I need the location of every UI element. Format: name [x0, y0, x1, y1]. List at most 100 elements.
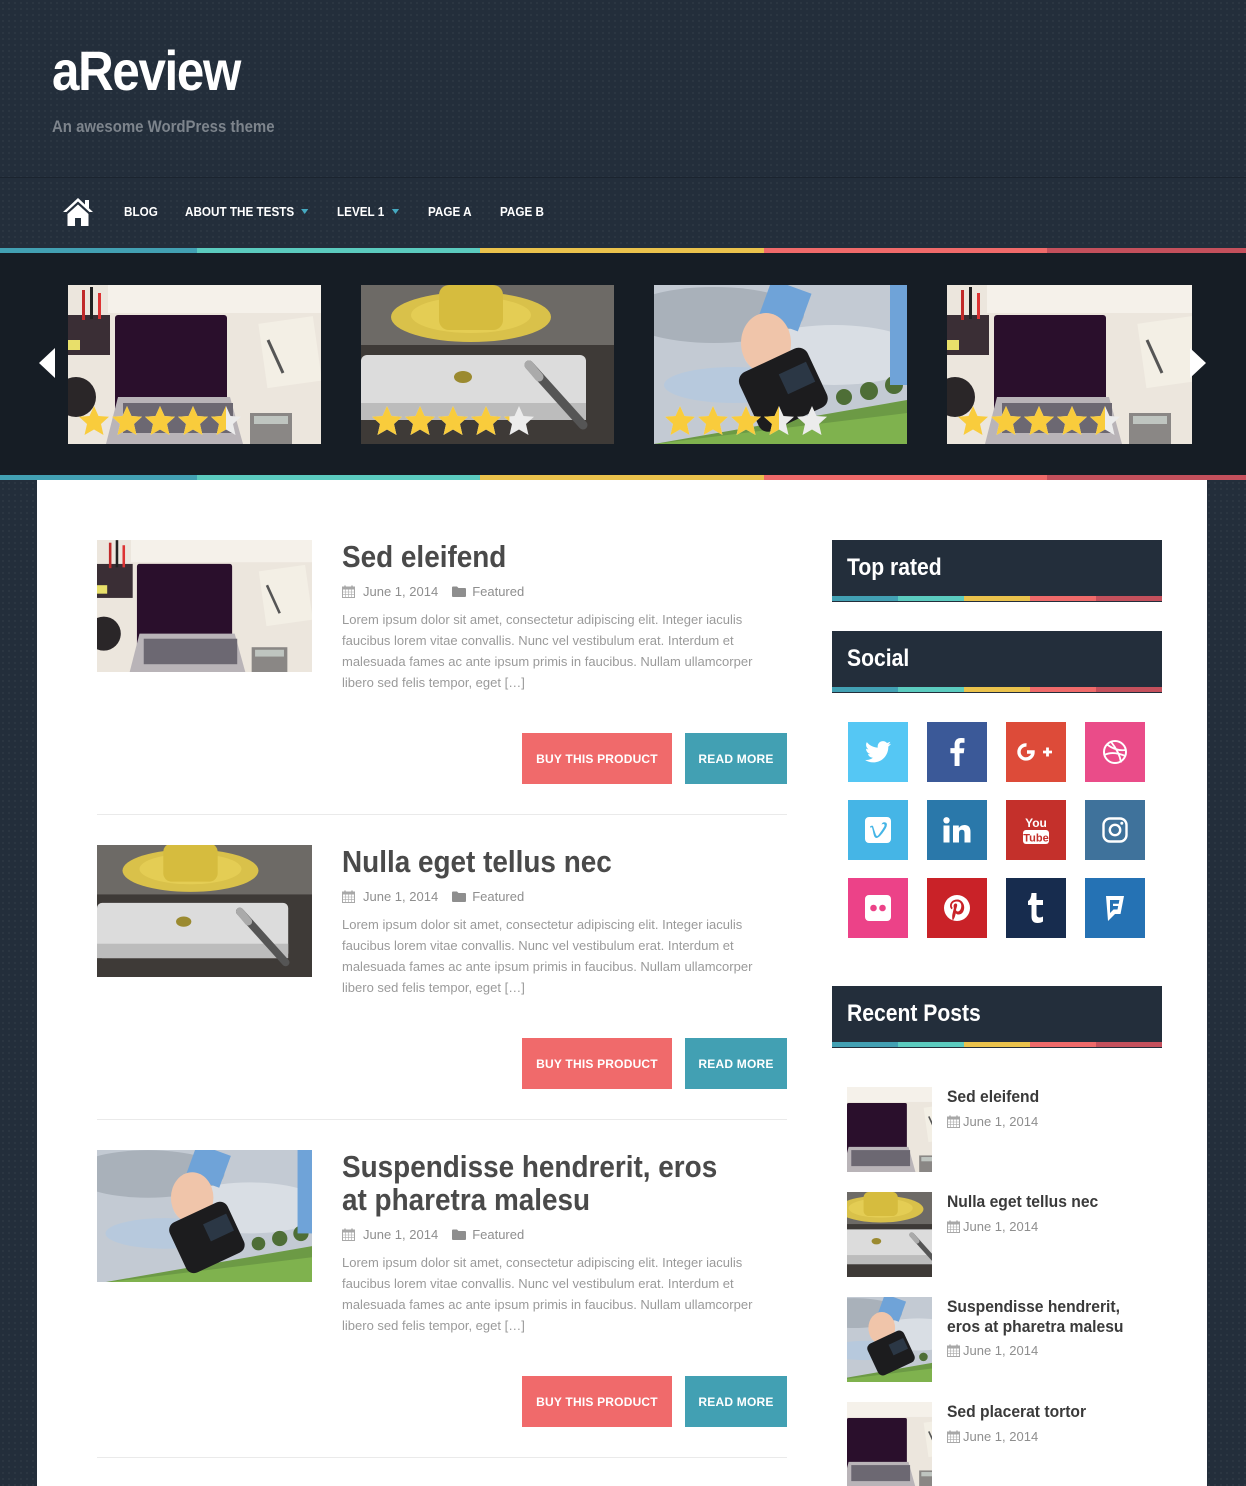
stripe-segment	[1030, 687, 1096, 692]
star-icon	[210, 405, 242, 436]
foursquare-icon	[1106, 896, 1124, 921]
slide[interactable]	[947, 285, 1192, 444]
nav-label: LEVEL 1	[337, 204, 385, 219]
recent-post-date: June 1, 2014	[963, 1114, 1039, 1129]
stripe-segment	[1096, 596, 1162, 601]
widget-color-stripe	[832, 687, 1162, 692]
stripe-segment	[1096, 1042, 1162, 1047]
social-linkedin-link[interactable]	[927, 800, 987, 860]
recent-post-title[interactable]: Sed placerat tortor	[947, 1402, 1140, 1422]
social-flickr-link[interactable]	[848, 878, 908, 938]
post-thumbnail[interactable]	[97, 540, 312, 672]
buy-product-button[interactable]: BUY THIS PRODUCT	[522, 1038, 672, 1089]
buy-product-button[interactable]: BUY THIS PRODUCT	[522, 1376, 672, 1427]
site-description: An awesome WordPress theme	[52, 117, 275, 136]
nav-item-blog[interactable]: BLOG	[124, 204, 158, 219]
nav-item-page-b[interactable]: PAGE B	[500, 204, 544, 219]
post-thumbnail[interactable]	[97, 1150, 312, 1282]
post-excerpt: Lorem ipsum dolor sit amet, consectetur …	[342, 612, 753, 690]
caret-down-icon	[301, 209, 309, 214]
main-nav: BLOG ABOUT THE TESTS LEVEL 1 PAGE A PAGE…	[0, 179, 1246, 247]
site-title[interactable]: aReview	[52, 38, 241, 103]
post-date: June 1, 2014	[363, 1227, 439, 1242]
chevron-right-icon[interactable]	[1190, 348, 1206, 378]
post-divider	[97, 1119, 787, 1120]
social-google-plus-link[interactable]	[1006, 722, 1066, 782]
recent-post-thumbnail[interactable]	[847, 1192, 932, 1277]
star-icon	[404, 405, 436, 436]
star-icon	[763, 405, 795, 436]
nav-label: ABOUT THE TESTS	[185, 204, 295, 219]
slide[interactable]	[68, 285, 321, 444]
social-facebook-link[interactable]	[927, 722, 987, 782]
tumblr-icon	[1028, 893, 1043, 923]
recent-post-meta: June 1, 2014	[947, 1429, 1038, 1444]
social-instagram-link[interactable]	[1085, 800, 1145, 860]
star-icon	[796, 405, 828, 436]
nav-item-page-a[interactable]: PAGE A	[428, 204, 472, 219]
svg-text:You: You	[1025, 816, 1047, 830]
post-title[interactable]: Suspendisse hendrerit, eros at pharetra …	[342, 1150, 720, 1216]
post-category[interactable]: Featured	[472, 1227, 524, 1242]
svg-text:Tube: Tube	[1023, 833, 1048, 845]
social-tumblr-link[interactable]	[1006, 878, 1066, 938]
social-dribbble-link[interactable]	[1085, 722, 1145, 782]
widget-color-stripe	[832, 596, 1162, 601]
flickr-icon	[865, 895, 891, 921]
read-more-button[interactable]: READ MORE	[685, 1038, 787, 1089]
buy-product-button[interactable]: BUY THIS PRODUCT	[522, 733, 672, 784]
nav-item-about-the-tests[interactable]: ABOUT THE TESTS	[185, 204, 309, 219]
star-rating	[78, 405, 242, 436]
social-youtube-link[interactable]: You Tube	[1006, 800, 1066, 860]
recent-post-title[interactable]: Sed eleifend	[947, 1087, 1140, 1107]
widget-top-rated-header: Top rated	[832, 540, 1162, 602]
stripe-segment	[832, 687, 898, 692]
chevron-left-icon[interactable]	[39, 348, 55, 378]
folder-icon	[452, 1229, 466, 1240]
stripe-segment	[964, 1042, 1030, 1047]
nav-home[interactable]	[62, 197, 94, 227]
widget-color-stripe	[832, 1042, 1162, 1047]
social-vimeo-link[interactable]	[848, 800, 908, 860]
recent-post-thumbnail[interactable]	[847, 1402, 932, 1486]
star-icon	[371, 405, 403, 436]
calendar-icon	[947, 1344, 960, 1357]
social-foursquare-link[interactable]	[1085, 878, 1145, 938]
nav-label: BLOG	[124, 204, 158, 219]
nav-label: PAGE A	[428, 204, 472, 219]
recent-post-date: June 1, 2014	[963, 1343, 1039, 1358]
widget-title: Recent Posts	[847, 1000, 981, 1027]
star-icon	[990, 405, 1022, 436]
recent-post-title[interactable]: Suspendisse hendrerit, eros at pharetra …	[947, 1297, 1140, 1337]
slide[interactable]	[654, 285, 907, 444]
star-icon	[664, 405, 696, 436]
product-slider	[0, 253, 1246, 475]
recent-post-item: Sed placerat tortor June 1, 2014	[847, 1402, 1167, 1486]
read-more-button[interactable]: READ MORE	[685, 733, 787, 784]
stripe-segment	[964, 596, 1030, 601]
vimeo-icon	[865, 817, 891, 843]
stripe-segment	[898, 1042, 964, 1047]
post-title[interactable]: Nulla eget tellus nec	[342, 845, 720, 878]
post-thumbnail[interactable]	[97, 845, 312, 977]
post-category[interactable]: Featured	[472, 889, 524, 904]
slide[interactable]	[361, 285, 614, 444]
stripe-segment	[1030, 596, 1096, 601]
social-twitter-link[interactable]	[848, 722, 908, 782]
star-icon	[957, 405, 989, 436]
home-icon	[63, 198, 93, 226]
post-title[interactable]: Sed eleifend	[342, 540, 720, 573]
read-more-button[interactable]: READ MORE	[685, 1376, 787, 1427]
recent-post-thumbnail[interactable]	[847, 1297, 932, 1382]
recent-post-thumbnail[interactable]	[847, 1087, 932, 1172]
recent-post-title[interactable]: Nulla eget tellus nec	[947, 1192, 1140, 1212]
nav-item-level-1[interactable]: LEVEL 1	[337, 204, 399, 219]
star-icon	[78, 405, 110, 436]
calendar-icon	[342, 585, 355, 598]
calendar-icon	[342, 1228, 355, 1241]
linkedin-icon	[943, 817, 971, 843]
post-date: June 1, 2014	[363, 584, 439, 599]
post-category[interactable]: Featured	[472, 584, 524, 599]
social-pinterest-link[interactable]	[927, 878, 987, 938]
star-icon	[437, 405, 469, 436]
